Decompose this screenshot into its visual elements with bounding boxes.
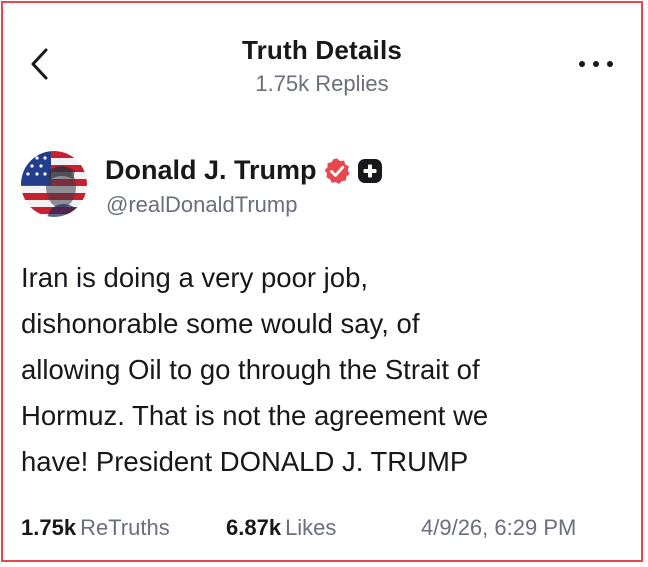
post-stats: 1.75k ReTruths 6.87k Likes 4/9/26, 6:29 PM — [21, 515, 621, 547]
replies-count[interactable]: 1.75k Replies — [3, 71, 641, 97]
header-bar: Truth Details 1.75k Replies — [3, 3, 641, 113]
likes-count: 6.87k — [226, 515, 282, 540]
avatar-flag-portrait — [21, 151, 87, 217]
post-author: Donald J. Trump @realDonaldTrump — [21, 151, 581, 223]
truth-details-screen: Truth Details 1.75k Replies Donald J. Tr… — [1, 1, 643, 562]
post-text-line: Hormuz. That is not the agreement we — [21, 400, 489, 431]
retruths-label: ReTruths — [80, 515, 170, 540]
post-text-line: have! President DONALD J. TRUMP — [21, 446, 469, 477]
more-options-button[interactable] — [579, 57, 613, 71]
author-handle[interactable]: @realDonaldTrump — [106, 192, 297, 218]
truth-plus-badge-icon — [357, 158, 383, 184]
author-name[interactable]: Donald J. Trump — [105, 155, 317, 186]
verified-badge-icon — [323, 157, 351, 185]
post-text-line: Iran is doing a very poor job, — [21, 262, 368, 293]
more-horizontal-icon — [579, 61, 585, 67]
post-body: Iran is doing a very poor job, dishonora… — [21, 255, 631, 485]
post-timestamp: 4/9/26, 6:29 PM — [421, 515, 577, 540]
retruths-count: 1.75k — [21, 515, 77, 540]
post-text-line: dishonorable some would say, of — [21, 308, 420, 339]
author-name-row: Donald J. Trump — [105, 155, 383, 186]
likes-label: Likes — [285, 515, 337, 540]
page-title: Truth Details — [241, 35, 403, 65]
likes-stat[interactable]: 6.87k Likes — [226, 515, 336, 541]
retruths-stat[interactable]: 1.75k ReTruths — [21, 515, 170, 541]
post-text-line: allowing Oil to go through the Strait of — [21, 354, 480, 385]
avatar[interactable] — [21, 151, 87, 217]
